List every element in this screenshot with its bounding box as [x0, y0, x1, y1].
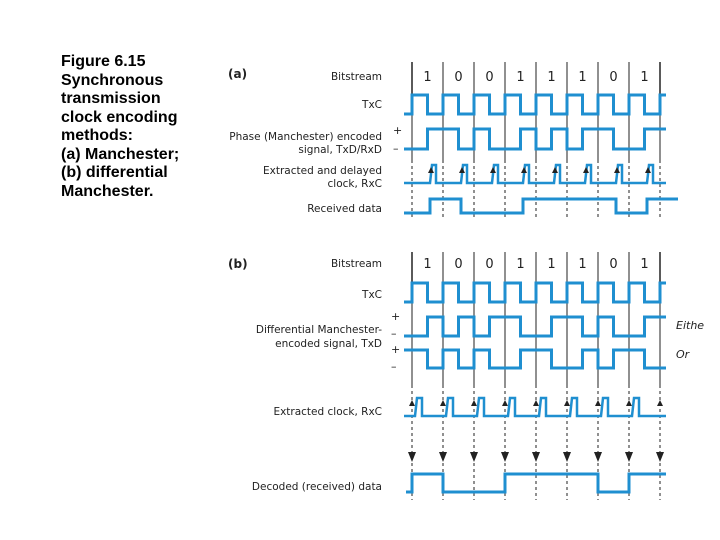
- rising-edge-arrow: [459, 167, 465, 173]
- b-diff-manchester-or-waveform: [404, 348, 666, 370]
- rising-edge-arrow: [533, 400, 539, 406]
- b-minus-sign-2: –: [391, 360, 397, 373]
- bit-value: 0: [485, 70, 493, 85]
- sample-arrow: [594, 452, 602, 462]
- encoding-diagram: (a) Bitstream TxC Phase (Manchester) enc…: [228, 62, 704, 500]
- bit-value: 0: [454, 70, 462, 85]
- b-minus-sign-1: –: [391, 327, 397, 340]
- either-label: Eithe: [676, 319, 704, 332]
- bit-value: 1: [423, 70, 431, 85]
- a-received-label: Received data: [307, 203, 382, 215]
- b-encoded-label-2: encoded signal, TxD: [275, 338, 382, 350]
- bit-value: 0: [609, 70, 617, 85]
- a-received-data-waveform: [404, 197, 678, 215]
- rising-edge-arrow: [564, 400, 570, 406]
- b-bitstream-label: Bitstream: [331, 258, 382, 270]
- part-a-tag: (a): [228, 67, 247, 81]
- bit-value: 1: [423, 257, 431, 272]
- rising-edge-arrow: [490, 167, 496, 173]
- sample-arrow: [563, 452, 571, 462]
- b-encoded-label-1: Differential Manchester-: [256, 324, 382, 336]
- bit-value: 1: [547, 257, 555, 272]
- rising-edge-arrow: [471, 400, 477, 406]
- bit-value: 1: [578, 257, 586, 272]
- bit-value: 1: [516, 257, 524, 272]
- b-txc-label: TxC: [361, 289, 382, 301]
- part-b-tag: (b): [228, 257, 248, 271]
- a-plus-sign: +: [393, 124, 402, 137]
- a-rxc-label-1: Extracted and delayed: [263, 165, 382, 177]
- b-rxc-label: Extracted clock, RxC: [273, 406, 382, 418]
- bit-value: 1: [516, 70, 524, 85]
- rising-edge-arrow: [657, 400, 663, 406]
- a-minus-sign: –: [393, 142, 399, 155]
- b-plus-sign-1: +: [391, 310, 400, 323]
- bit-value: 1: [578, 70, 586, 85]
- a-txc-waveform: [404, 93, 666, 116]
- rising-edge-arrow: [595, 400, 601, 406]
- rising-edge-arrow: [502, 400, 508, 406]
- waveforms: [404, 93, 678, 494]
- b-plus-sign-2: +: [391, 343, 400, 356]
- b-decoded-label: Decoded (received) data: [252, 481, 382, 493]
- bit-value: 0: [485, 257, 493, 272]
- bit-value: 1: [547, 70, 555, 85]
- bit-value: 1: [640, 257, 648, 272]
- sample-arrow: [470, 452, 478, 462]
- rising-edge-arrow: [614, 167, 620, 173]
- a-bitstream-label: Bitstream: [331, 71, 382, 83]
- bit-value: 1: [640, 70, 648, 85]
- rising-edge-arrow: [428, 167, 434, 173]
- a-rxc-label-2: clock, RxC: [328, 178, 382, 190]
- rising-edge-arrow: [440, 400, 446, 406]
- sample-arrow: [408, 452, 416, 462]
- b-txc-waveform: [404, 281, 666, 304]
- sample-arrow: [501, 452, 509, 462]
- rising-edge-arrow: [645, 167, 651, 173]
- rising-edge-arrow: [583, 167, 589, 173]
- rising-edge-arrow: [521, 167, 527, 173]
- or-label: Or: [676, 348, 691, 361]
- sample-arrow: [439, 452, 447, 462]
- a-encoded-label-2: signal, TxD/RxD: [298, 144, 382, 156]
- a-encoded-label-1: Phase (Manchester) encoded: [229, 131, 382, 143]
- rising-edge-arrow: [626, 400, 632, 406]
- bit-value: 0: [454, 257, 462, 272]
- sample-arrow: [532, 452, 540, 462]
- sample-arrow: [656, 452, 664, 462]
- sample-arrow: [625, 452, 633, 462]
- a-txc-label: TxC: [361, 99, 382, 111]
- bit-value: 0: [609, 257, 617, 272]
- b-diff-manchester-either-waveform: [404, 315, 666, 338]
- rising-edge-arrow: [409, 400, 415, 406]
- rising-edge-arrow: [552, 167, 558, 173]
